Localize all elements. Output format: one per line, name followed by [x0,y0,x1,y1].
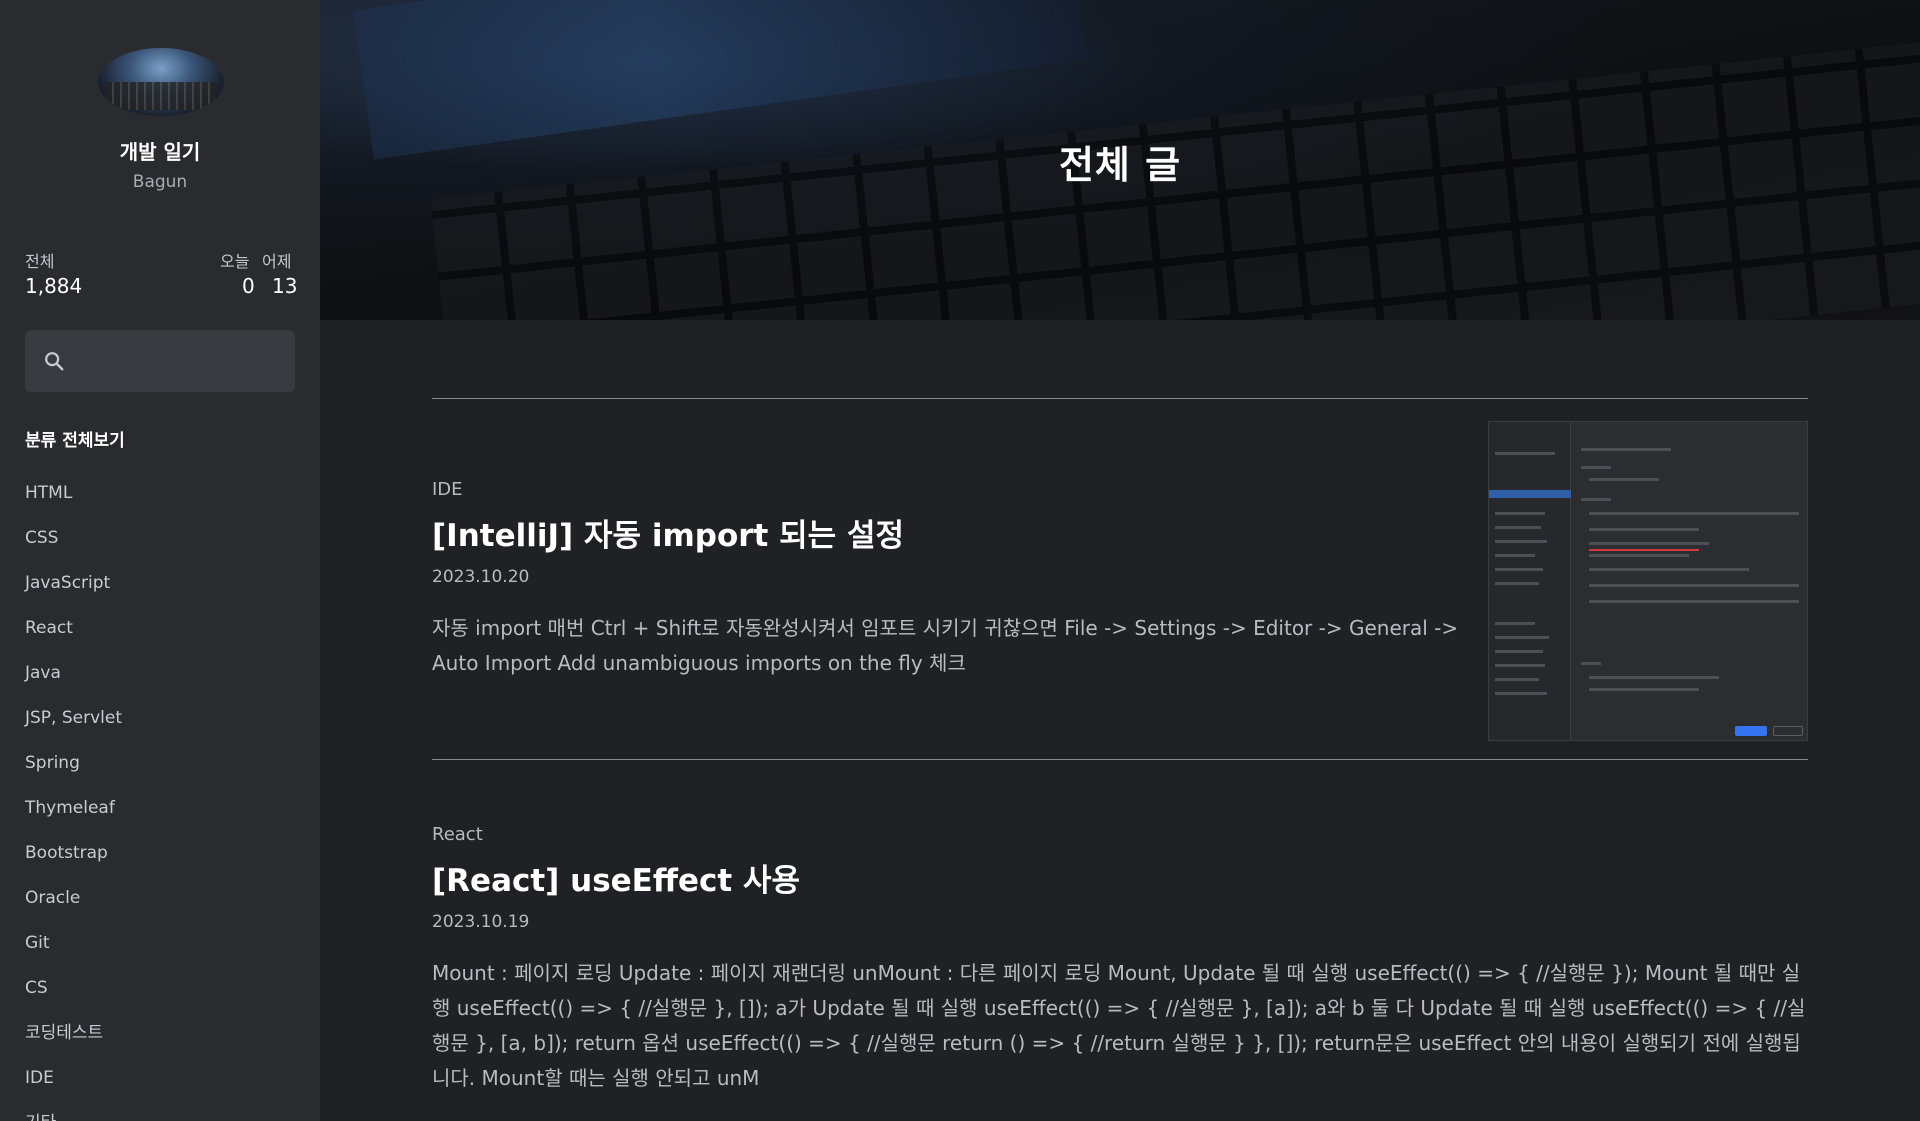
category-item-react[interactable]: React [25,613,122,658]
search-input[interactable] [25,330,295,392]
category-list: HTML CSS JavaScript React Java JSP, Serv… [25,478,122,1121]
post-thumbnail[interactable] [1488,421,1808,741]
stat-yesterday-label: 어제 [262,252,292,271]
category-item-ide[interactable]: IDE [25,1063,122,1108]
category-item-coding-test[interactable]: 코딩테스트 [25,1018,122,1063]
blog-title[interactable]: 개발 일기 [0,136,320,165]
post-excerpt[interactable]: 자동 import 매번 Ctrl + Shift로 자동완성시켜서 임포트 시… [432,611,1462,681]
search-icon [45,352,64,371]
sidebar: 개발 일기 Bagun 전체 1,884 오늘 0 어제 13 분류 전체보기 … [0,0,320,1121]
category-item-spring[interactable]: Spring [25,748,122,793]
category-item-bootstrap[interactable]: Bootstrap [25,838,122,883]
post-category[interactable]: React [432,824,1808,845]
blog-author: Bagun [132,172,188,192]
post-title[interactable]: [React] useEffect 사용 [432,855,1808,900]
category-all-link[interactable]: 분류 전체보기 [25,426,125,451]
page-title: 전체 글 [1058,143,1182,187]
post-list: IDE [IntelliJ] 자동 import 되는 설정 2023.10.2… [432,398,1808,1120]
category-item-cs[interactable]: CS [25,973,122,1018]
post-date: 2023.10.19 [432,912,530,932]
thumbnail-ok-button [1735,726,1767,736]
category-item-java[interactable]: Java [25,658,122,703]
stat-total-value: 1,884 [25,274,83,298]
post-excerpt[interactable]: Mount : 페이지 로딩 Update : 페이지 재랜더링 unMount… [432,956,1808,1096]
blog-avatar[interactable] [98,48,224,116]
category-item-git[interactable]: Git [25,928,122,973]
category-item-javascript[interactable]: JavaScript [25,568,122,613]
post-category[interactable]: IDE [432,479,1462,500]
thumbnail-cancel-button [1773,726,1803,736]
category-item-etc[interactable]: 기타 [25,1108,122,1121]
stat-today-value: 0 [242,274,255,298]
hero-banner: 전체 글 [320,0,1920,320]
post-item[interactable]: React [React] useEffect 사용 2023.10.19 Mo… [432,760,1808,1120]
category-item-html[interactable]: HTML [25,478,122,523]
category-item-jsp-servlet[interactable]: JSP, Servlet [25,703,122,748]
stat-total-label: 전체 [25,252,55,271]
category-item-css[interactable]: CSS [25,523,122,568]
post-item[interactable]: IDE [IntelliJ] 자동 import 되는 설정 2023.10.2… [432,399,1808,759]
category-item-thymeleaf[interactable]: Thymeleaf [25,793,122,838]
stat-today-label: 오늘 [220,252,250,271]
post-date: 2023.10.20 [432,567,530,587]
post-title[interactable]: [IntelliJ] 자동 import 되는 설정 [432,510,1462,555]
stat-yesterday-value: 13 [272,274,298,298]
category-item-oracle[interactable]: Oracle [25,883,122,928]
